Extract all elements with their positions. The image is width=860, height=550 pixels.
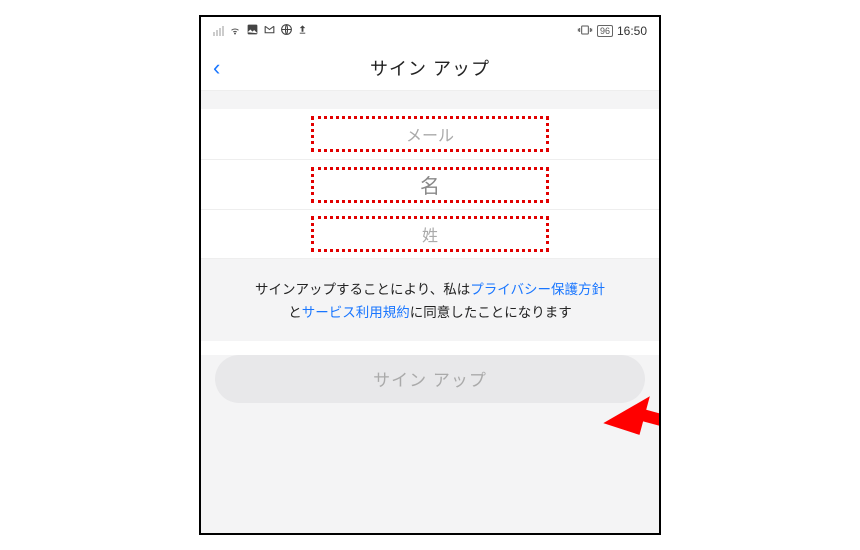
email-field[interactable]: メール [311,116,549,152]
globe-icon [280,23,293,39]
form-row-lastname: 姓 [201,209,659,259]
consent-suffix: に同意したことになります [410,305,572,320]
consent-middle: と [288,305,302,320]
status-bar: 96 16:50 [201,17,659,45]
vibrate-icon [577,24,593,39]
wifi-icon [228,24,242,39]
upload-icon [297,23,308,39]
battery-level: 96 [600,26,610,36]
spacer [201,91,659,109]
consent-prefix: サインアップすることにより、私は [255,282,470,297]
status-left [213,23,308,39]
last-name-field[interactable]: 姓 [311,216,549,252]
last-name-placeholder: 姓 [422,222,438,246]
status-right: 96 16:50 [577,24,647,39]
nav-bar: ‹ サイン アップ [201,45,659,91]
image-icon [246,23,259,39]
background-fill [201,403,659,535]
first-name-field[interactable]: 名 [311,167,549,203]
signup-form: メール 名 姓 [201,109,659,259]
phone-frame: 96 16:50 ‹ サイン アップ メール 名 姓 サインアップすること [199,15,661,535]
email-placeholder: メール [406,122,454,146]
consent-text: サインアップすることにより、私はプライバシー保護方針 とサービス利用規約に同意し… [201,259,659,341]
signup-button[interactable]: サイン アップ [215,355,645,403]
form-row-email: メール [201,109,659,159]
page-title: サイン アップ [370,55,490,81]
signup-button-label: サイン アップ [373,366,487,391]
terms-link[interactable]: サービス利用規約 [302,305,410,320]
first-name-placeholder: 名 [420,170,440,199]
back-button[interactable]: ‹ [213,55,220,81]
privacy-policy-link[interactable]: プライバシー保護方針 [470,282,605,297]
mail-icon [263,23,276,39]
form-row-firstname: 名 [201,159,659,209]
clock: 16:50 [617,24,647,38]
battery-icon: 96 [597,25,613,37]
signal-icon [213,26,224,36]
chevron-left-icon: ‹ [213,55,220,80]
